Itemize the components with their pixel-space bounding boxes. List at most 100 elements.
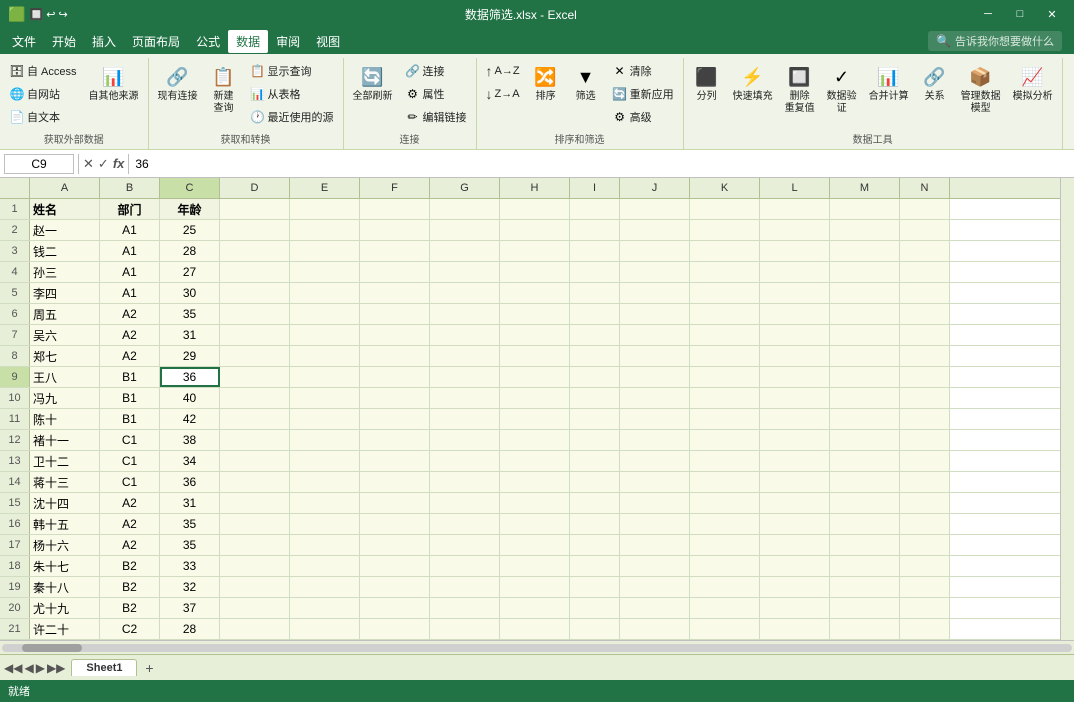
cell-b21[interactable]: C2 [100,619,160,639]
cell-empty[interactable] [830,514,900,534]
col-header-c[interactable]: C [160,178,220,198]
row-number[interactable]: 7 [0,325,30,345]
cell-empty[interactable] [900,514,950,534]
data-model-button[interactable]: 📦 管理数据模型 [956,60,1006,118]
cell-a16[interactable]: 韩十五 [30,514,100,534]
cell-empty[interactable] [760,598,830,618]
cell-empty[interactable] [900,220,950,240]
cell-empty[interactable] [500,388,570,408]
cell-empty[interactable] [900,535,950,555]
menu-page-layout[interactable]: 页面布局 [124,30,188,53]
cell-c3[interactable]: 28 [160,241,220,261]
cell-empty[interactable] [290,535,360,555]
cell-empty[interactable] [430,346,500,366]
cell-a8[interactable]: 郑七 [30,346,100,366]
cell-empty[interactable] [360,220,430,240]
cell-empty[interactable] [570,367,620,387]
cell-b6[interactable]: A2 [100,304,160,324]
row-number[interactable]: 4 [0,262,30,282]
cell-empty[interactable] [760,409,830,429]
cell-c1[interactable]: 年龄 [160,199,220,219]
cell-c5[interactable]: 30 [160,283,220,303]
cell-a2[interactable]: 赵一 [30,220,100,240]
cell-empty[interactable] [760,241,830,261]
cell-empty[interactable] [690,241,760,261]
cell-c13[interactable]: 34 [160,451,220,471]
text-button[interactable]: 📄 自文本 [4,106,82,128]
cell-empty[interactable] [690,619,760,639]
cell-empty[interactable] [900,262,950,282]
cell-empty[interactable] [830,304,900,324]
cell-empty[interactable] [570,388,620,408]
cell-empty[interactable] [620,556,690,576]
cell-empty[interactable] [620,283,690,303]
cell-empty[interactable] [900,598,950,618]
cell-b2[interactable]: A1 [100,220,160,240]
cell-empty[interactable] [430,409,500,429]
cell-empty[interactable] [360,577,430,597]
cell-empty[interactable] [500,199,570,219]
cell-empty[interactable] [290,577,360,597]
cell-c17[interactable]: 35 [160,535,220,555]
cell-empty[interactable] [900,241,950,261]
cell-empty[interactable] [830,283,900,303]
col-header-i[interactable]: I [570,178,620,198]
cell-c20[interactable]: 37 [160,598,220,618]
cell-empty[interactable] [220,220,290,240]
cell-empty[interactable] [500,283,570,303]
cell-empty[interactable] [220,325,290,345]
cell-empty[interactable] [430,556,500,576]
advanced-button[interactable]: ⚙ 高级 [607,106,679,128]
cell-empty[interactable] [360,514,430,534]
col-header-b[interactable]: B [100,178,160,198]
cell-empty[interactable] [360,430,430,450]
row-number[interactable]: 5 [0,283,30,303]
cell-empty[interactable] [690,577,760,597]
cell-empty[interactable] [760,367,830,387]
cell-empty[interactable] [570,430,620,450]
cell-empty[interactable] [900,283,950,303]
cell-b4[interactable]: A1 [100,262,160,282]
cell-empty[interactable] [690,220,760,240]
cell-empty[interactable] [830,241,900,261]
cell-empty[interactable] [570,619,620,639]
cell-empty[interactable] [760,199,830,219]
access-button[interactable]: 🗄 自 Access [4,60,82,82]
maximize-button[interactable]: □ [1006,4,1034,24]
cell-empty[interactable] [290,199,360,219]
tab-nav-left[interactable]: ◀◀ [4,661,22,675]
cell-empty[interactable] [620,535,690,555]
cell-empty[interactable] [570,241,620,261]
cell-empty[interactable] [290,283,360,303]
cell-empty[interactable] [690,409,760,429]
validate-button[interactable]: ✓ 数据验证 [822,60,862,118]
cell-empty[interactable] [570,262,620,282]
cell-empty[interactable] [360,472,430,492]
cell-empty[interactable] [220,556,290,576]
cell-empty[interactable] [220,535,290,555]
menu-home[interactable]: 开始 [44,30,84,53]
col-header-n[interactable]: N [900,178,950,198]
close-button[interactable]: ✕ [1038,4,1066,24]
cell-empty[interactable] [760,619,830,639]
edit-links-button[interactable]: ✏ 编辑链接 [400,106,472,128]
cell-empty[interactable] [830,472,900,492]
cell-empty[interactable] [430,325,500,345]
cell-empty[interactable] [830,556,900,576]
cell-a15[interactable]: 沈十四 [30,493,100,513]
cell-empty[interactable] [290,472,360,492]
cell-b5[interactable]: A1 [100,283,160,303]
cell-empty[interactable] [900,472,950,492]
cell-empty[interactable] [290,556,360,576]
sheet-tab-1[interactable]: Sheet1 [71,659,137,676]
col-header-f[interactable]: F [360,178,430,198]
simulate-button[interactable]: 📈 模拟分析 [1008,60,1058,106]
other-sources-button[interactable]: 📊 自其他来源 [84,60,144,106]
cell-b3[interactable]: A1 [100,241,160,261]
cell-empty[interactable] [290,619,360,639]
cell-empty[interactable] [760,535,830,555]
cell-empty[interactable] [620,619,690,639]
cell-c10[interactable]: 40 [160,388,220,408]
cell-empty[interactable] [690,535,760,555]
cell-empty[interactable] [290,220,360,240]
